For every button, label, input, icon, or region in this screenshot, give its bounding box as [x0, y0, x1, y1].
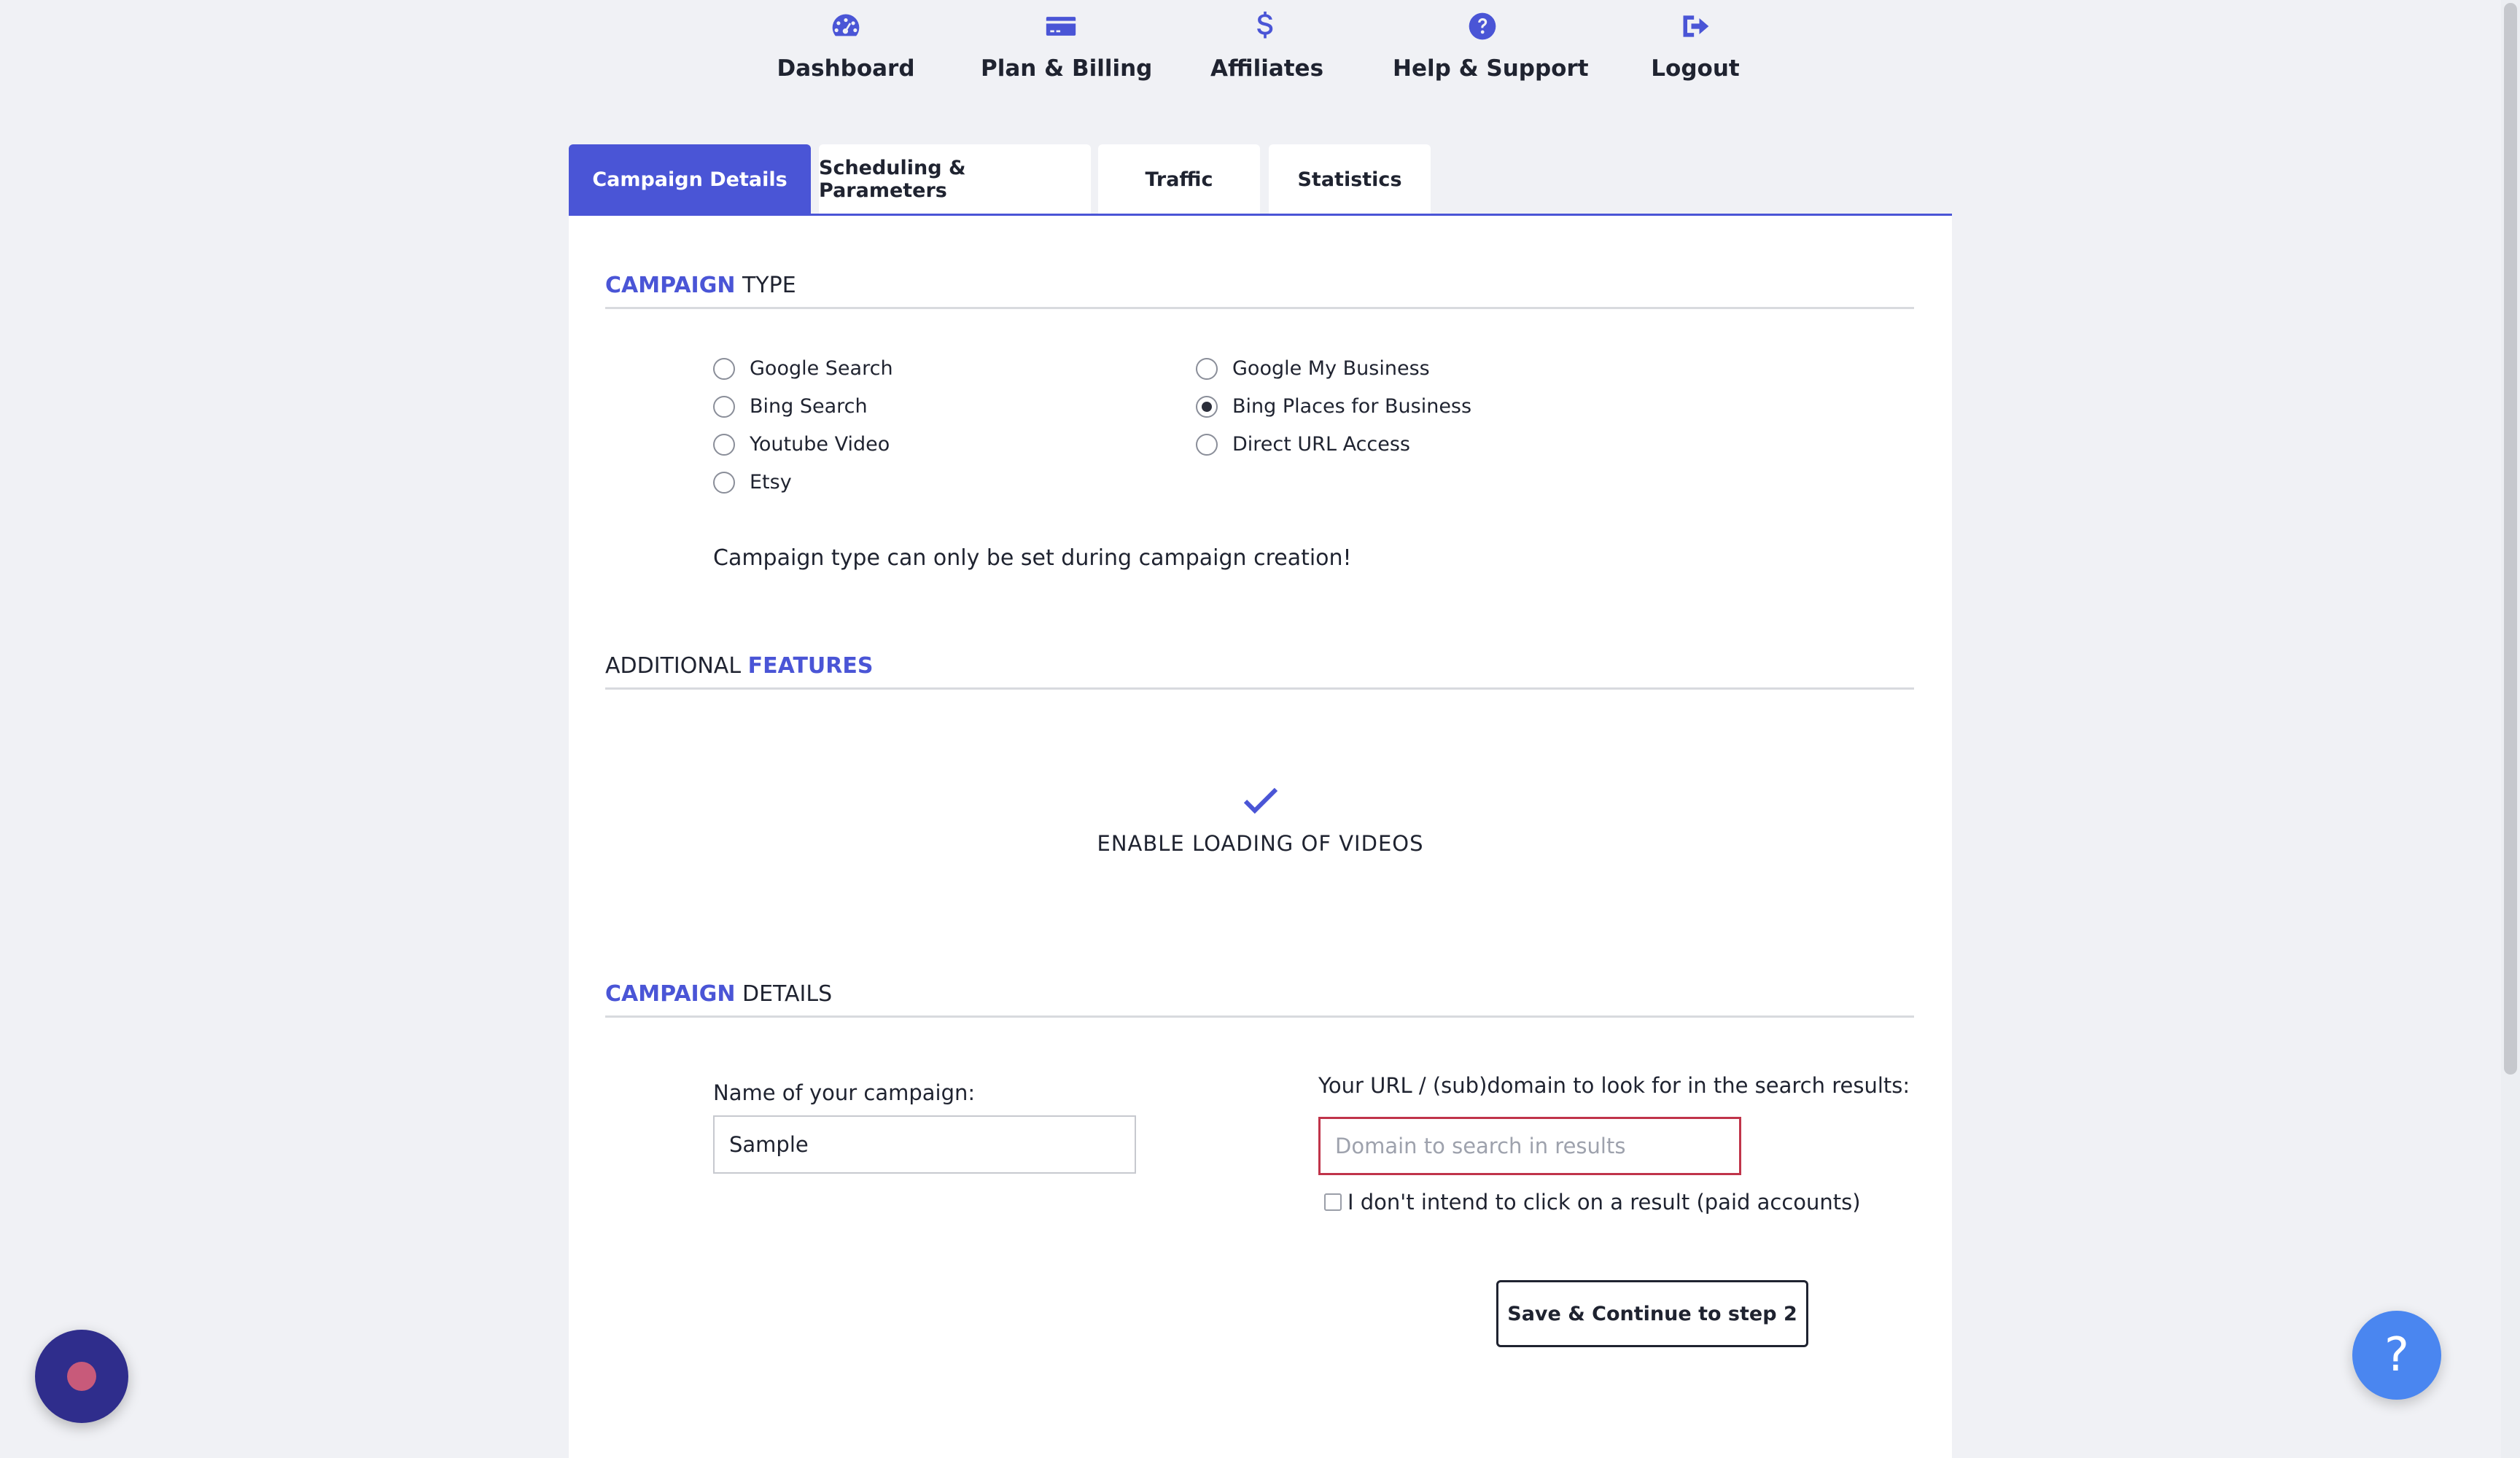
radio-circle[interactable]: [1196, 357, 1218, 380]
nav-help-support-label: Help & Support: [1393, 55, 1589, 82]
radio-etsy[interactable]: Etsy: [713, 471, 792, 494]
radio-circle[interactable]: [713, 433, 735, 456]
radio-label: Bing Search: [750, 395, 868, 418]
no-click-label: I don't intend to click on a result (pai…: [1348, 1190, 1861, 1215]
page-scrollbar[interactable]: [2501, 0, 2520, 1458]
campaign-details-panel: CAMPAIGN TYPE Google Search Bing Search …: [569, 216, 1952, 1458]
heading-rest: TYPE: [742, 273, 796, 298]
radio-google-my-business[interactable]: Google My Business: [1196, 357, 1430, 380]
radio-label: Bing Places for Business: [1232, 395, 1472, 418]
radio-bing-places-for-business[interactable]: Bing Places for Business: [1196, 395, 1471, 418]
radio-youtube-video[interactable]: Youtube Video: [713, 433, 890, 456]
section-heading-additional-features: ADDITIONAL FEATURES: [605, 653, 1914, 690]
nav-affiliates[interactable]: Affiliates: [1210, 10, 1324, 82]
radio-circle[interactable]: [713, 471, 735, 494]
nav-dashboard-label: Dashboard: [777, 55, 915, 82]
campaign-type-note: Campaign type can only be set during cam…: [713, 545, 1352, 571]
campaign-name-input[interactable]: [713, 1115, 1136, 1174]
feature-label: ENABLE LOADING OF VIDEOS: [1097, 831, 1424, 856]
nav-plan-billing-label: Plan & Billing: [981, 55, 1153, 82]
radio-label: Google My Business: [1232, 357, 1430, 380]
top-nav: Dashboard Plan & Billing Affiliates Help…: [0, 0, 2520, 95]
radio-label: Etsy: [750, 471, 792, 494]
chat-status-dot-icon: [67, 1362, 96, 1391]
logout-icon: [1648, 10, 1743, 51]
save-continue-button[interactable]: Save & Continue to step 2: [1496, 1280, 1808, 1347]
help-fab-button[interactable]: ?: [2352, 1311, 2441, 1400]
tab-statistics[interactable]: Statistics: [1269, 144, 1431, 214]
tab-traffic[interactable]: Traffic: [1098, 144, 1260, 214]
feature-enable-loading-of-videos[interactable]: ENABLE LOADING OF VIDEOS: [569, 780, 1952, 856]
radio-circle[interactable]: [713, 395, 735, 418]
radio-circle-checked[interactable]: [1196, 395, 1218, 418]
nav-plan-billing[interactable]: Plan & Billing: [981, 10, 1153, 82]
scrollbar-thumb[interactable]: [2504, 3, 2517, 1075]
radio-direct-url-access[interactable]: Direct URL Access: [1196, 433, 1410, 456]
nav-logout[interactable]: Logout: [1648, 10, 1743, 82]
radio-circle[interactable]: [713, 357, 735, 380]
credit-card-icon: [981, 10, 1141, 51]
radio-bing-search[interactable]: Bing Search: [713, 395, 868, 418]
radio-circle[interactable]: [1196, 433, 1218, 456]
heading-accent: CAMPAIGN: [605, 981, 736, 1007]
section-heading-campaign-type: CAMPAIGN TYPE: [605, 273, 1914, 309]
no-click-option[interactable]: I don't intend to click on a result (pai…: [1324, 1190, 1861, 1215]
dashboard-gauge-icon: [769, 10, 922, 51]
tab-campaign-details[interactable]: Campaign Details: [569, 144, 811, 214]
heading-rest: DETAILS: [742, 981, 833, 1007]
url-label: Your URL / (sub)domain to look for in th…: [1318, 1073, 1910, 1098]
domain-search-input[interactable]: [1318, 1117, 1741, 1175]
question-circle-icon: [1393, 10, 1571, 51]
heading-rest: ADDITIONAL: [605, 653, 742, 679]
dollar-icon: [1210, 10, 1320, 51]
campaign-name-label: Name of your campaign:: [713, 1080, 976, 1105]
heading-accent: CAMPAIGN: [605, 273, 736, 298]
radio-label: Google Search: [750, 357, 893, 380]
radio-label: Youtube Video: [750, 433, 890, 456]
section-heading-campaign-details: CAMPAIGN DETAILS: [605, 981, 1914, 1018]
radio-label: Direct URL Access: [1232, 433, 1411, 456]
radio-google-search[interactable]: Google Search: [713, 357, 893, 380]
nav-affiliates-label: Affiliates: [1210, 55, 1324, 82]
nav-dashboard[interactable]: Dashboard: [769, 10, 922, 82]
nav-help-support[interactable]: Help & Support: [1393, 10, 1589, 82]
nav-logout-label: Logout: [1651, 55, 1740, 82]
heading-accent: FEATURES: [747, 653, 874, 679]
checkmark-icon: [569, 780, 1952, 824]
tab-scheduling-parameters[interactable]: Scheduling & Parameters: [819, 144, 1091, 214]
chat-widget-button[interactable]: [35, 1330, 128, 1423]
no-click-checkbox[interactable]: [1324, 1193, 1342, 1211]
